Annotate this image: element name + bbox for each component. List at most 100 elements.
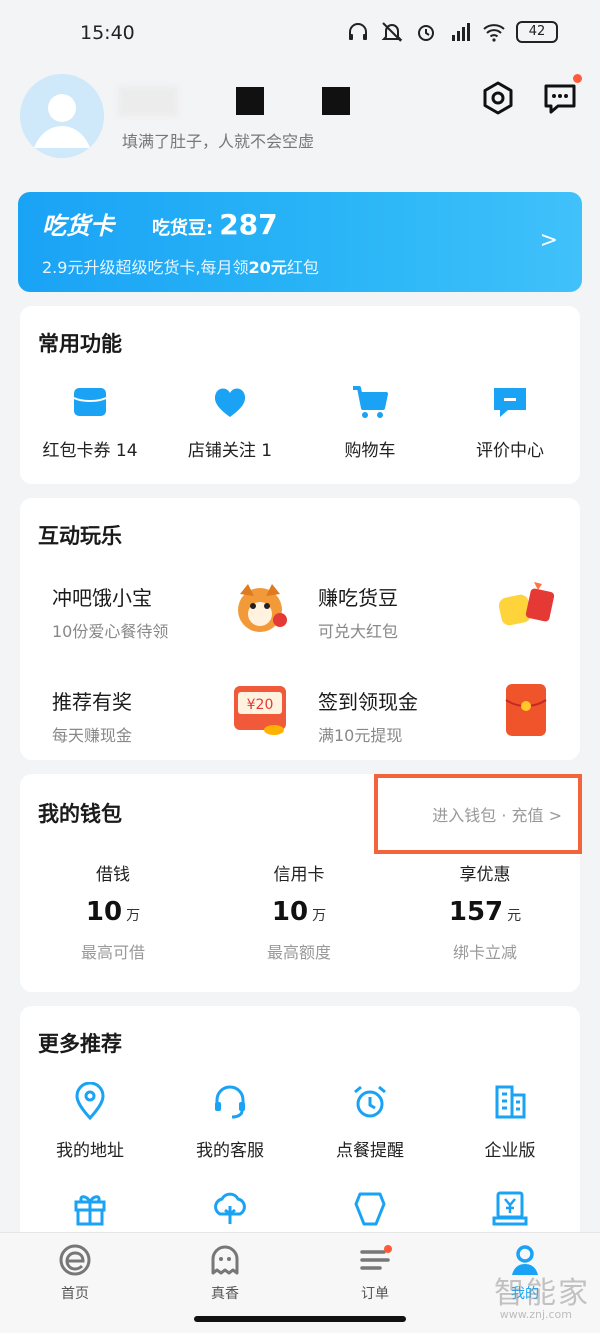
chevron-right-icon: >	[539, 228, 558, 253]
followed-shops-label: 店铺关注 1	[187, 441, 273, 461]
promo-suffix: 红包	[286, 258, 319, 277]
wallet-col-value: 10	[85, 897, 123, 927]
cart-button[interactable]: 购物车	[300, 382, 440, 461]
username-redacted	[118, 86, 350, 116]
vip-card-title: 吃货卡	[42, 212, 114, 240]
cash-redpacket-icon	[505, 684, 547, 736]
cart-icon	[353, 386, 388, 418]
hd-signal-icon	[452, 23, 470, 41]
play-subtitle: 满10元提现	[318, 726, 403, 745]
common-functions-title: 常用功能	[38, 332, 122, 356]
common-functions-card: 常用功能 红包卡券 14 店铺关注 1 购物车 评价中心	[20, 306, 580, 484]
wallet-col-discount[interactable]: 享优惠 157 元 绑卡立减	[392, 860, 578, 963]
play-item-checkin[interactable]: 签到领现金 满10元提现	[304, 684, 564, 776]
building-icon	[495, 1085, 526, 1119]
gift-icon	[74, 1195, 106, 1226]
wifi-icon	[483, 24, 505, 42]
play-title: 赚吃货豆	[318, 586, 398, 610]
reviews-button[interactable]: 评价中心	[440, 382, 580, 461]
settings-button[interactable]	[480, 80, 516, 116]
promo-bold: 20元	[248, 258, 287, 277]
order-list-icon	[360, 1245, 392, 1270]
tab-label: 首页	[61, 1286, 89, 1302]
wallet-columns: 借钱 10 万 最高可借 信用卡 10 万 最高额度 享优惠 157 元 绑卡立减	[20, 860, 580, 963]
wallet-col-unit: 元	[507, 908, 522, 924]
home-indicator	[194, 1316, 406, 1322]
status-icons: 42	[346, 20, 558, 44]
ghost-icon	[211, 1245, 239, 1275]
coupon-icon	[73, 388, 107, 416]
beans-value: 287	[219, 208, 278, 241]
vip-promo: 2.9元升级超级吃货卡,每月领20元红包	[42, 254, 319, 278]
tab-zhenxiang[interactable]: 真香	[175, 1243, 275, 1303]
home-e-icon	[59, 1244, 91, 1276]
receipt-button[interactable]	[440, 1188, 580, 1228]
play-item-beans[interactable]: 赚吃货豆 可兑大红包	[304, 582, 564, 672]
more-title: 更多推荐	[38, 1032, 122, 1056]
play-title: 冲吧饿小宝	[52, 586, 152, 610]
more-card: 更多推荐 我的地址 我的客服 点餐提醒 企业版	[20, 1006, 580, 1246]
wallet-col-sub: 最高额度	[266, 943, 331, 962]
wallet-col-loan[interactable]: 借钱 10 万 最高可借	[20, 860, 206, 963]
wallet-col-sub: 最高可借	[80, 943, 145, 962]
settings-icon	[483, 81, 513, 115]
location-icon	[75, 1082, 105, 1121]
avatar[interactable]	[20, 74, 104, 158]
order-reminder-button[interactable]: 点餐提醒	[300, 1082, 440, 1161]
tree-button[interactable]	[160, 1188, 300, 1228]
tab-orders[interactable]: 订单	[325, 1243, 425, 1303]
profile-motto: 填满了肚子，人就不会空虚	[122, 132, 315, 151]
shield-icon	[354, 1192, 386, 1226]
avatar-person-icon	[20, 74, 104, 158]
message-button[interactable]	[542, 74, 582, 116]
wallet-col-credit[interactable]: 信用卡 10 万 最高额度	[206, 860, 392, 963]
reviews-label: 评价中心	[476, 441, 544, 461]
beans-label: 吃货豆:	[152, 218, 214, 239]
redpacket-20-icon: ¥20	[234, 686, 286, 735]
wallet-col-unit: 万	[126, 908, 141, 924]
play-item-referral[interactable]: 推荐有奖 每天赚现金 ¥20	[38, 686, 298, 776]
mute-icon	[381, 22, 403, 42]
tree-icon	[214, 1192, 246, 1224]
status-bar: 15:40 42	[0, 0, 600, 66]
tab-home[interactable]: 首页	[25, 1243, 125, 1303]
address-button[interactable]: 我的地址	[20, 1082, 160, 1161]
wallet-col-value: 157	[448, 897, 504, 927]
more-grid-row2	[20, 1188, 580, 1228]
annotation-highlight-box	[374, 774, 582, 854]
wallet-col-label: 享优惠	[459, 865, 511, 885]
redpacket-badge: ¥20	[247, 697, 274, 713]
gift-button[interactable]	[20, 1188, 160, 1228]
play-subtitle: 可兑大红包	[318, 622, 399, 641]
wallet-col-label: 借钱	[96, 865, 130, 885]
watermark: 智能家	[494, 1276, 590, 1311]
address-label: 我的地址	[56, 1141, 124, 1161]
headphones-icon	[349, 23, 367, 40]
wallet-col-unit: 万	[312, 908, 327, 924]
wallet-col-value: 10	[271, 897, 309, 927]
headset-icon	[215, 1085, 245, 1119]
shield-button[interactable]	[300, 1188, 440, 1228]
beans-redpacket-icon	[498, 582, 555, 626]
play-title: 推荐有奖	[52, 690, 132, 714]
enterprise-label: 企业版	[484, 1141, 536, 1161]
coupons-button[interactable]: 红包卡券 14	[20, 382, 160, 461]
vip-beans: 吃货豆: 287	[152, 208, 278, 241]
receipt-icon	[492, 1191, 528, 1226]
play-subtitle: 10份爱心餐待领	[52, 622, 169, 641]
message-icon	[544, 84, 576, 114]
customer-service-button[interactable]: 我的客服	[160, 1082, 300, 1161]
play-item-chong[interactable]: 冲吧饿小宝 10份爱心餐待领	[38, 582, 298, 672]
battery-icon: 42	[516, 21, 558, 43]
followed-shops-button[interactable]: 店铺关注 1	[160, 382, 300, 461]
wallet-title: 我的钱包	[38, 802, 122, 826]
play-subtitle: 每天赚现金	[52, 726, 133, 745]
promo-prefix: 2.9元升级超级吃货卡,每月领	[42, 258, 249, 277]
enterprise-button[interactable]: 企业版	[440, 1082, 580, 1161]
dog-mascot-icon	[238, 584, 287, 632]
interactive-card: 互动玩乐 冲吧饿小宝 10份爱心餐待领 赚吃货豆 可兑大红包 推荐有奖 每天赚现…	[20, 498, 580, 760]
common-functions-grid: 红包卡券 14 店铺关注 1 购物车 评价中心	[20, 382, 580, 461]
wallet-col-label: 信用卡	[273, 865, 325, 885]
vip-card[interactable]: 吃货卡 吃货豆: 287 2.9元升级超级吃货卡,每月领20元红包 >	[18, 192, 582, 292]
more-grid-row1: 我的地址 我的客服 点餐提醒 企业版	[20, 1082, 580, 1161]
